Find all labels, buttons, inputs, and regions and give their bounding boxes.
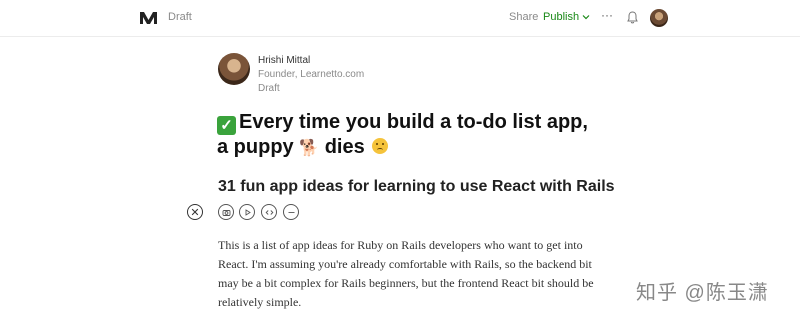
- user-avatar[interactable]: [650, 9, 668, 27]
- embed-icon[interactable]: [261, 204, 277, 220]
- story-title[interactable]: ✓ Every time you build a to-do list app, …: [217, 110, 597, 161]
- sad-face-icon: [372, 138, 389, 154]
- publish-button[interactable]: Publish: [543, 11, 590, 23]
- medium-logo-icon[interactable]: [139, 10, 158, 26]
- bell-icon[interactable]: [627, 11, 638, 24]
- chevron-down-icon: [582, 15, 590, 20]
- draft-status: Draft: [168, 11, 192, 23]
- check-mark-icon: ✓: [217, 116, 236, 135]
- story-subtitle[interactable]: 31 fun app ideas for learning to use Rea…: [218, 178, 615, 196]
- author-name[interactable]: Hrishi Mittal: [258, 55, 310, 66]
- author-status: Draft: [258, 83, 280, 94]
- author-avatar[interactable]: [218, 53, 250, 85]
- video-icon[interactable]: [239, 204, 255, 220]
- share-button[interactable]: Share: [509, 11, 538, 23]
- story-paragraph[interactable]: This is a list of app ideas for Ruby on …: [218, 236, 598, 312]
- watermark-text: 知乎 @陈玉潇: [636, 282, 769, 304]
- more-icon[interactable]: ···: [601, 8, 613, 22]
- author-role: Founder, Learnetto.com: [258, 69, 365, 80]
- camera-icon[interactable]: [218, 204, 234, 220]
- title-text-part1: Every time you build a to-do list app, a…: [217, 111, 588, 158]
- title-text-part2: dies: [324, 136, 365, 158]
- divider-icon[interactable]: [283, 204, 299, 220]
- top-bar: Draft Share Publish ···: [0, 0, 800, 37]
- dog-icon: 🐕: [299, 140, 320, 157]
- publish-label: Publish: [543, 11, 580, 23]
- close-icon[interactable]: ✕: [187, 204, 203, 220]
